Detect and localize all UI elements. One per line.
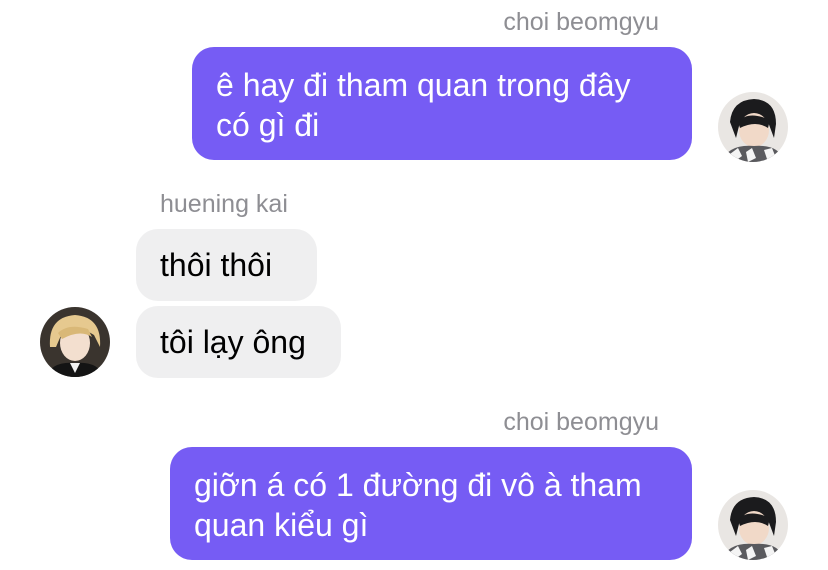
message-line: quan kiểu gì: [194, 507, 369, 543]
message-bubble-incoming[interactable]: tôi lạy ông: [136, 306, 341, 378]
message-text: tôi lạy ông: [160, 324, 306, 360]
message-text: thôi thôi: [160, 247, 273, 283]
message-bubble-incoming[interactable]: thôi thôi: [136, 229, 317, 301]
message-line: giỡn á có 1 đường đi vô à tham: [194, 467, 642, 503]
avatar-beomgyu-icon[interactable]: [718, 490, 788, 560]
avatar-kai-icon[interactable]: [40, 307, 110, 377]
sender-name: huening kai: [160, 190, 288, 218]
avatar-beomgyu-icon[interactable]: [718, 92, 788, 162]
message-line: có gì đi: [216, 107, 320, 143]
sender-name: choi beomgyu: [503, 8, 659, 36]
sender-name: choi beomgyu: [503, 408, 659, 436]
message-line: ê hay đi tham quan trong đây: [216, 67, 631, 103]
chat-thread: choi beomgyu ê hay đi tham quan trong đâ…: [0, 0, 828, 570]
message-bubble-outgoing[interactable]: ê hay đi tham quan trong đây có gì đi: [192, 47, 692, 160]
message-bubble-outgoing[interactable]: giỡn á có 1 đường đi vô à tham quan kiểu…: [170, 447, 692, 560]
